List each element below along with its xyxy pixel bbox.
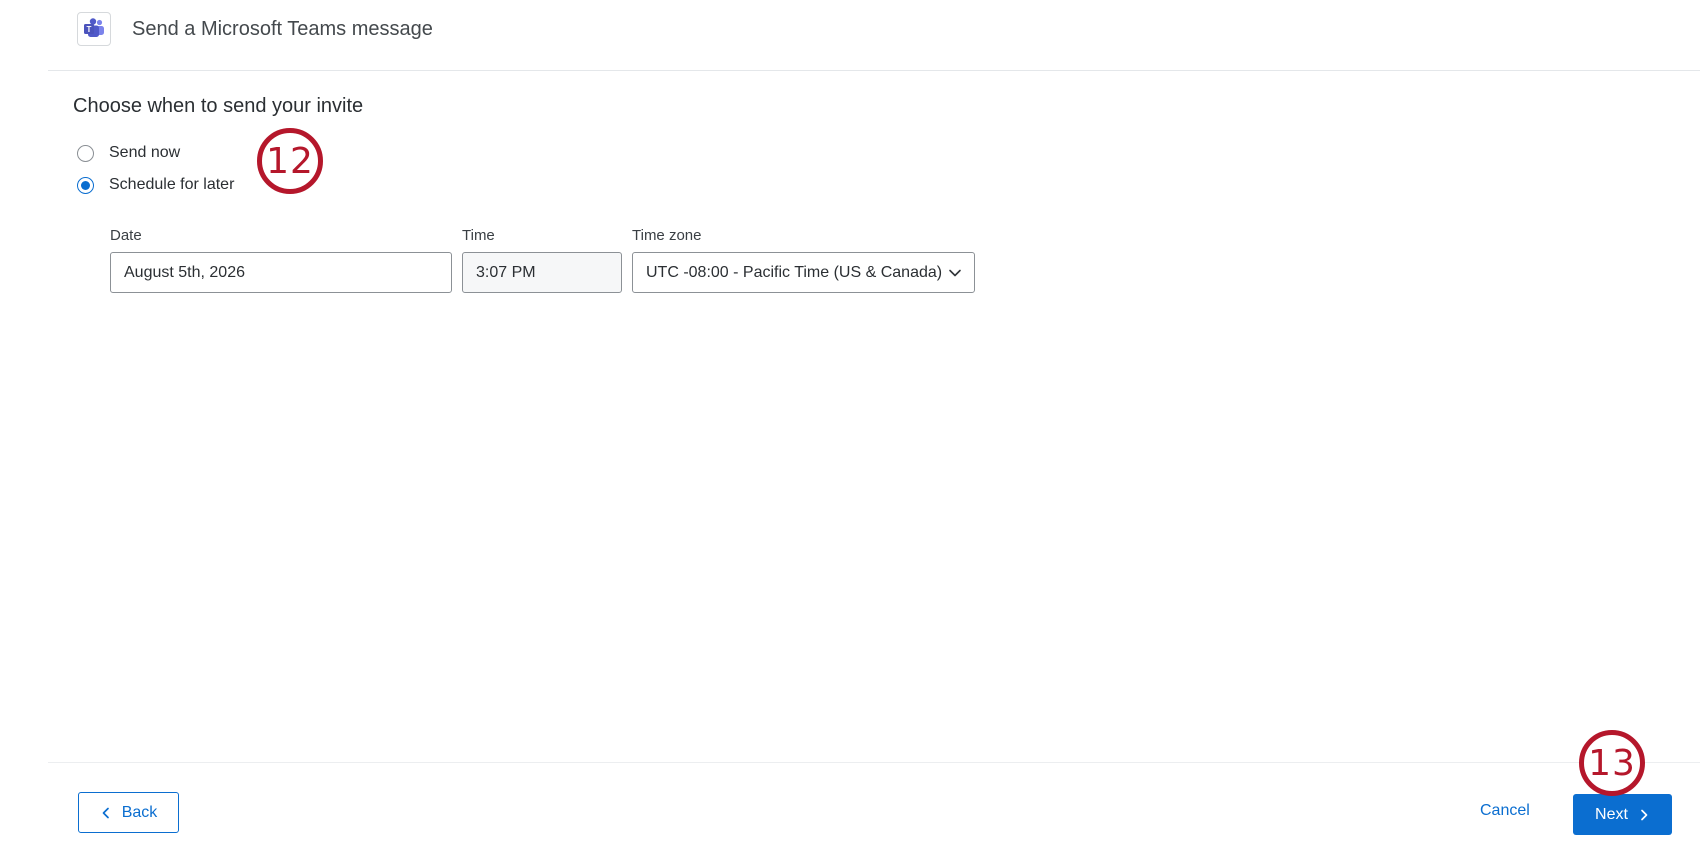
schedule-later-label: Schedule for later bbox=[109, 176, 235, 193]
step-marker-12: 12 bbox=[257, 128, 323, 194]
back-button[interactable]: Back bbox=[78, 792, 179, 833]
page-title: Send a Microsoft Teams message bbox=[132, 18, 433, 40]
chevron-left-icon bbox=[102, 807, 109, 818]
chevron-down-icon bbox=[949, 269, 961, 277]
date-value: August 5th, 2026 bbox=[124, 263, 245, 281]
step-marker-13: 13 bbox=[1579, 730, 1645, 796]
back-label: Back bbox=[121, 803, 158, 821]
time-value: 3:07 PM bbox=[476, 263, 536, 281]
schedule-later-radio[interactable] bbox=[77, 176, 94, 194]
next-button[interactable]: Next bbox=[1573, 794, 1672, 835]
date-field[interactable]: August 5th, 2026 bbox=[110, 252, 452, 293]
send-now-radio[interactable] bbox=[77, 144, 94, 162]
schedule-later-option[interactable]: Schedule for later bbox=[77, 175, 234, 195]
chevron-right-icon bbox=[1641, 809, 1648, 820]
header: T Send a Microsoft Teams message bbox=[48, 0, 1700, 71]
send-now-label: Send now bbox=[109, 144, 181, 161]
section-heading: Choose when to send your invite bbox=[73, 95, 364, 117]
send-now-option[interactable]: Send now bbox=[77, 143, 180, 163]
time-field[interactable]: 3:07 PM bbox=[462, 252, 622, 293]
timezone-value: UTC -08:00 - Pacific Time (US & Canada) bbox=[646, 263, 943, 281]
cancel-button[interactable]: Cancel bbox=[1480, 802, 1530, 820]
microsoft-teams-icon: T bbox=[77, 12, 111, 46]
svg-text:T: T bbox=[87, 25, 92, 34]
date-label: Date bbox=[110, 227, 142, 244]
timezone-select[interactable]: UTC -08:00 - Pacific Time (US & Canada) bbox=[632, 252, 975, 293]
time-label: Time bbox=[462, 227, 495, 244]
next-label: Next bbox=[1595, 805, 1628, 823]
page: T Send a Microsoft Teams message Choose … bbox=[0, 0, 1700, 852]
footer-divider bbox=[48, 762, 1700, 763]
timezone-label: Time zone bbox=[632, 227, 702, 244]
